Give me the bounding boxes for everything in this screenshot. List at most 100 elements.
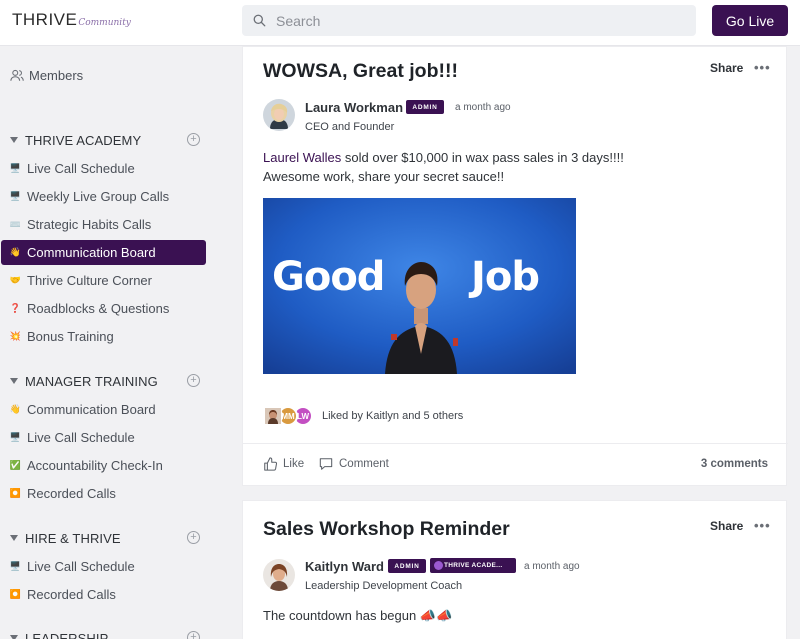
more-options-icon[interactable]: ••• bbox=[754, 60, 771, 75]
sidebar-item-live-call-schedule[interactable]: 🖥️ Live Call Schedule bbox=[1, 156, 206, 181]
share-button[interactable]: Share bbox=[710, 519, 743, 533]
post-card: Sales Workshop Reminder Share ••• Kaitly… bbox=[242, 500, 787, 639]
add-circle-icon[interactable]: + bbox=[187, 374, 200, 387]
author-role: CEO and Founder bbox=[305, 121, 395, 133]
chevron-down-icon bbox=[10, 535, 18, 541]
post-body: Laurel Walles sold over $10,000 in wax p… bbox=[263, 148, 624, 186]
admin-badge: ADMIN bbox=[406, 100, 444, 114]
comment-button[interactable]: Comment bbox=[319, 457, 389, 471]
section-title: HIRE & THRIVE bbox=[25, 530, 121, 546]
sidebar-item-label: Roadblocks & Questions bbox=[27, 301, 170, 316]
gif-caption-left: Good bbox=[272, 254, 385, 300]
waving-hand-icon: 👋 bbox=[9, 404, 22, 414]
comment-label: Comment bbox=[339, 458, 389, 470]
sidebar-item-label: Strategic Habits Calls bbox=[27, 217, 152, 232]
space-badge[interactable]: THRIVE ACADE... bbox=[430, 558, 516, 573]
sidebar-item-label: Communication Board bbox=[27, 402, 156, 417]
post-card: WOWSA, Great job!!! Share ••• Laura Work… bbox=[242, 46, 788, 486]
sidebar-item-label: Live Call Schedule bbox=[27, 161, 135, 176]
sidebar-item-roadblocks-questions[interactable]: ❓ Roadblocks & Questions bbox=[1, 296, 206, 321]
question-mark-icon: ❓ bbox=[9, 303, 22, 313]
section-hire-thrive[interactable]: HIRE & THRIVE + bbox=[10, 528, 202, 548]
author-role: Leadership Development Coach bbox=[305, 580, 463, 592]
chevron-down-icon bbox=[10, 635, 18, 639]
gif-caption-right: Job bbox=[471, 254, 540, 300]
sidebar-item-members[interactable]: Members bbox=[10, 68, 83, 83]
section-leadership[interactable]: LEADERSHIP + bbox=[10, 628, 202, 639]
sidebar-item-label: Live Call Schedule bbox=[27, 559, 135, 574]
post-timestamp[interactable]: a month ago bbox=[524, 561, 580, 572]
keyboard-icon: ⌨️ bbox=[9, 219, 22, 229]
gif-image[interactable]: Good Job bbox=[263, 198, 576, 374]
search-input[interactable] bbox=[276, 12, 676, 29]
check-mark-icon: ✅ bbox=[9, 460, 22, 470]
collision-icon: 💥 bbox=[9, 331, 22, 341]
avatar[interactable] bbox=[263, 99, 295, 131]
sidebar-item-accountability-check-in[interactable]: ✅ Accountability Check-In bbox=[1, 453, 206, 478]
logo[interactable]: THRIVE Community bbox=[12, 10, 131, 34]
sidebar-item-live-call-schedule[interactable]: 🖥️ Live Call Schedule bbox=[1, 554, 206, 579]
sidebar-item-strategic-habits-calls[interactable]: ⌨️ Strategic Habits Calls bbox=[1, 212, 206, 237]
section-title: MANAGER TRAINING bbox=[25, 373, 158, 389]
top-bar: THRIVE Community Go Live bbox=[0, 0, 800, 46]
admin-badge: ADMIN bbox=[388, 559, 426, 573]
add-circle-icon[interactable]: + bbox=[187, 631, 200, 639]
users-icon bbox=[10, 69, 24, 82]
like-label: Like bbox=[283, 458, 305, 470]
sidebar-item-label: Recorded Calls bbox=[27, 587, 116, 602]
liker-avatar bbox=[263, 406, 283, 426]
post-title[interactable]: WOWSA, Great job!!! bbox=[263, 60, 458, 83]
search-icon bbox=[242, 14, 276, 27]
section-title: LEADERSHIP bbox=[25, 630, 109, 639]
add-circle-icon[interactable]: + bbox=[187, 531, 200, 544]
author-name[interactable]: Laura Workman bbox=[305, 100, 403, 115]
search-bar[interactable] bbox=[242, 5, 696, 36]
sidebar-item-communication-board[interactable]: 👋 Communication Board bbox=[1, 397, 206, 422]
sidebar-item-label: Recorded Calls bbox=[27, 486, 116, 501]
post-body: The countdown has begun 📣📣 bbox=[263, 606, 452, 625]
record-icon: ⏺️ bbox=[9, 589, 22, 599]
sidebar-item-label: Accountability Check-In bbox=[27, 458, 163, 473]
desktop-icon: 🖥️ bbox=[9, 561, 22, 571]
liked-by-text[interactable]: Liked by Kaitlyn and 5 others bbox=[322, 410, 463, 422]
sidebar-item-thrive-culture-corner[interactable]: 🤝 Thrive Culture Corner bbox=[1, 268, 206, 293]
more-options-icon[interactable]: ••• bbox=[754, 518, 771, 533]
user-mention[interactable]: Laurel Walles bbox=[263, 150, 341, 165]
likes-summary[interactable]: MM LW Liked by Kaitlyn and 5 others bbox=[263, 405, 463, 427]
record-icon: ⏺️ bbox=[9, 488, 22, 498]
sidebar-item-recorded-calls[interactable]: ⏺️ Recorded Calls bbox=[1, 582, 206, 607]
comments-count[interactable]: 3 comments bbox=[701, 458, 768, 470]
chevron-down-icon bbox=[10, 378, 18, 384]
logo-wordmark: THRIVE bbox=[12, 10, 78, 29]
desktop-icon: 🖥️ bbox=[9, 163, 22, 173]
section-title: THRIVE ACADEMY bbox=[25, 132, 142, 148]
sidebar-item-communication-board[interactable]: 👋 Communication Board bbox=[1, 240, 206, 265]
sidebar-item-label: Members bbox=[29, 68, 84, 83]
waving-hand-icon: 👋 bbox=[9, 247, 22, 257]
avatar[interactable] bbox=[263, 559, 295, 591]
divider bbox=[243, 443, 788, 444]
section-manager-training[interactable]: MANAGER TRAINING + bbox=[10, 371, 202, 391]
sidebar-item-bonus-training[interactable]: 💥 Bonus Training bbox=[1, 324, 206, 349]
post-title[interactable]: Sales Workshop Reminder bbox=[263, 518, 510, 541]
desktop-icon: 🖥️ bbox=[9, 432, 22, 442]
section-thrive-academy[interactable]: THRIVE ACADEMY + bbox=[10, 130, 202, 150]
sidebar-item-live-call-schedule[interactable]: 🖥️ Live Call Schedule bbox=[1, 425, 206, 450]
post-body-text: Awesome work, share your secret sauce!! bbox=[263, 169, 505, 184]
sidebar-item-recorded-calls[interactable]: ⏺️ Recorded Calls bbox=[1, 481, 206, 506]
handshake-icon: 🤝 bbox=[9, 275, 22, 285]
sidebar-item-label: Bonus Training bbox=[27, 329, 114, 344]
space-badge-label: THRIVE ACADE... bbox=[444, 562, 503, 569]
go-live-button[interactable]: Go Live bbox=[712, 5, 788, 36]
chevron-down-icon bbox=[10, 137, 18, 143]
sidebar-item-weekly-live-group-calls[interactable]: 🖥️ Weekly Live Group Calls bbox=[1, 184, 206, 209]
like-button[interactable]: Like bbox=[263, 457, 304, 471]
space-dot-icon bbox=[434, 561, 443, 570]
logo-script: Community bbox=[78, 18, 131, 28]
author-name[interactable]: Kaitlyn Ward bbox=[305, 559, 384, 574]
add-circle-icon[interactable]: + bbox=[187, 133, 200, 146]
post-timestamp[interactable]: a month ago bbox=[455, 102, 511, 113]
share-button[interactable]: Share bbox=[710, 61, 743, 75]
sidebar-item-label: Communication Board bbox=[27, 245, 156, 260]
thumbs-up-icon bbox=[263, 457, 277, 471]
